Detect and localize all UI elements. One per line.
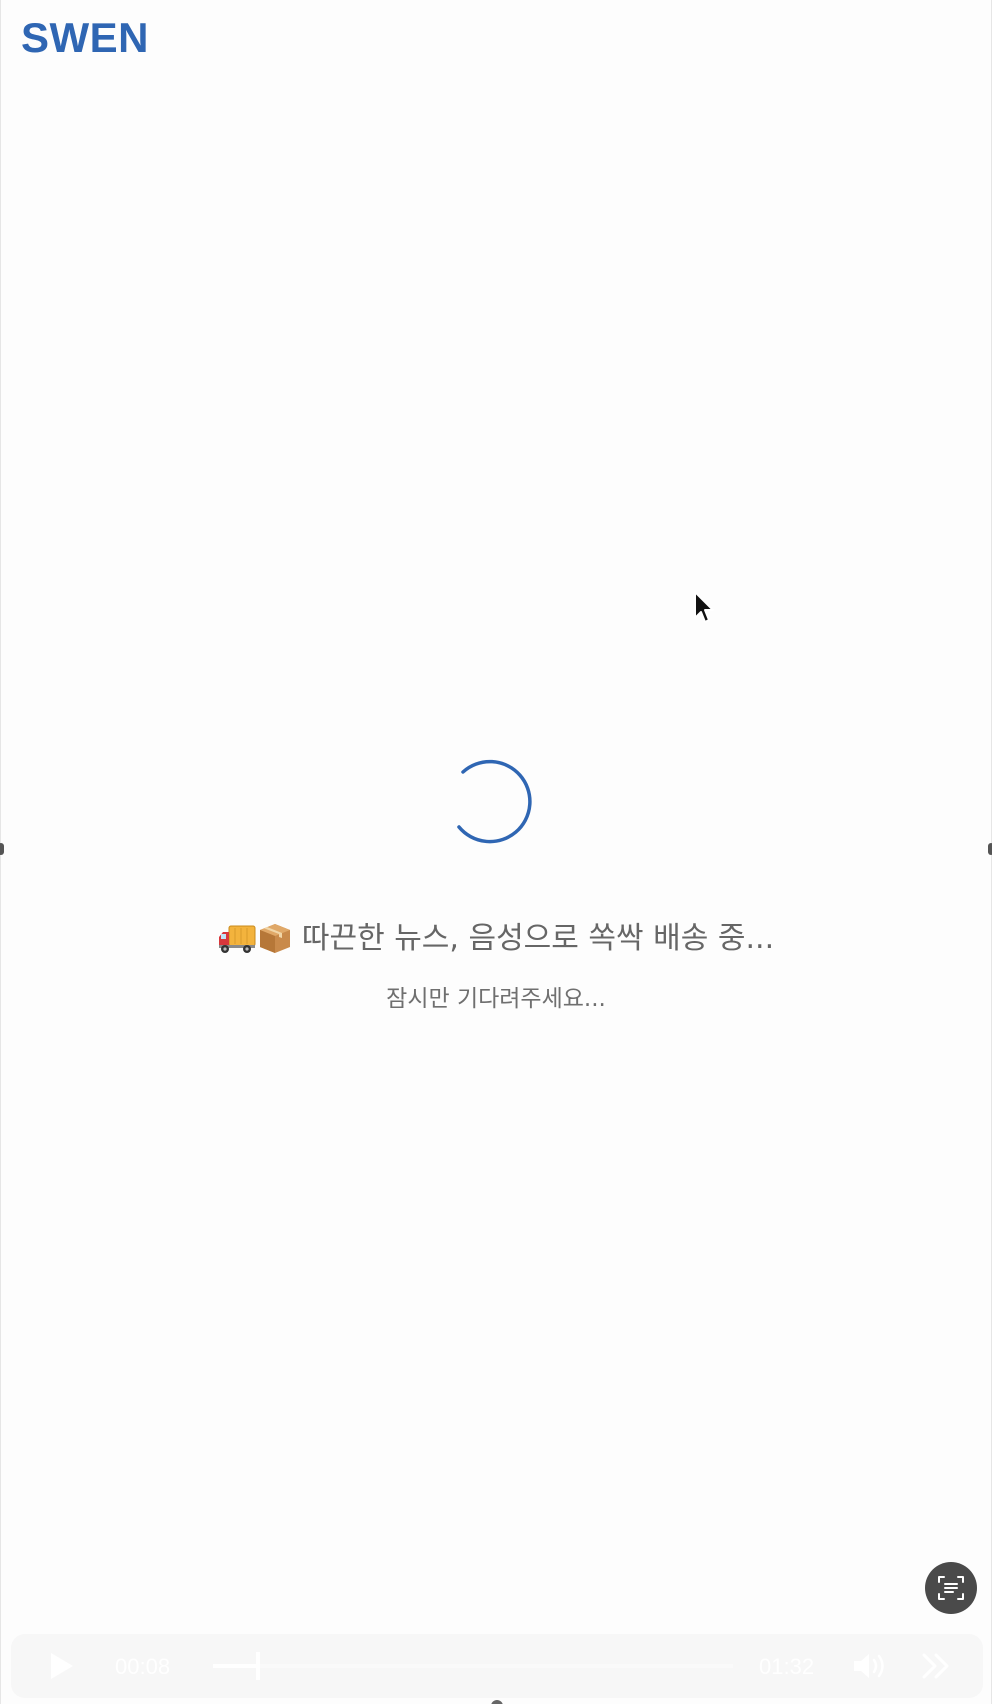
app-logo[interactable]: SWEN (21, 14, 149, 62)
loading-message: 따끈한 뉴스, 음성으로 쏙싹 배송 중... (1, 913, 991, 957)
bottom-edge-handle[interactable] (491, 1700, 503, 1704)
text-scan-icon (938, 1576, 964, 1600)
package-icon (259, 924, 290, 953)
loading-title-text: 따끈한 뉴스, 음성으로 쏙싹 배송 중... (301, 921, 775, 956)
loading-subtitle: 잠시만 기다려주세요... (386, 986, 606, 1012)
loading-spinner (457, 759, 532, 844)
progress-fill (213, 1664, 259, 1668)
truck-icon (218, 925, 256, 953)
progress-slider[interactable] (213, 1652, 733, 1680)
total-time: 01:32 (759, 1654, 815, 1679)
mouse-cursor-icon (694, 591, 714, 623)
app-screen: SWEN 따끈한 뉴스, 음성으로 쏙싹 배송 중... 잠시만 기다려주세요.… (0, 0, 992, 1704)
text-scan-button[interactable] (925, 1562, 977, 1614)
delivery-emojis (218, 922, 292, 954)
left-edge-handle[interactable] (0, 843, 4, 855)
right-edge-handle[interactable] (988, 843, 992, 855)
skip-forward-icon[interactable] (921, 1652, 951, 1680)
progress-knob[interactable] (256, 1652, 261, 1680)
volume-icon[interactable] (851, 1650, 889, 1682)
play-icon[interactable] (45, 1650, 77, 1682)
audio-player-bar: 00:08 01:32 (11, 1634, 983, 1698)
current-time: 00:08 (115, 1654, 171, 1679)
